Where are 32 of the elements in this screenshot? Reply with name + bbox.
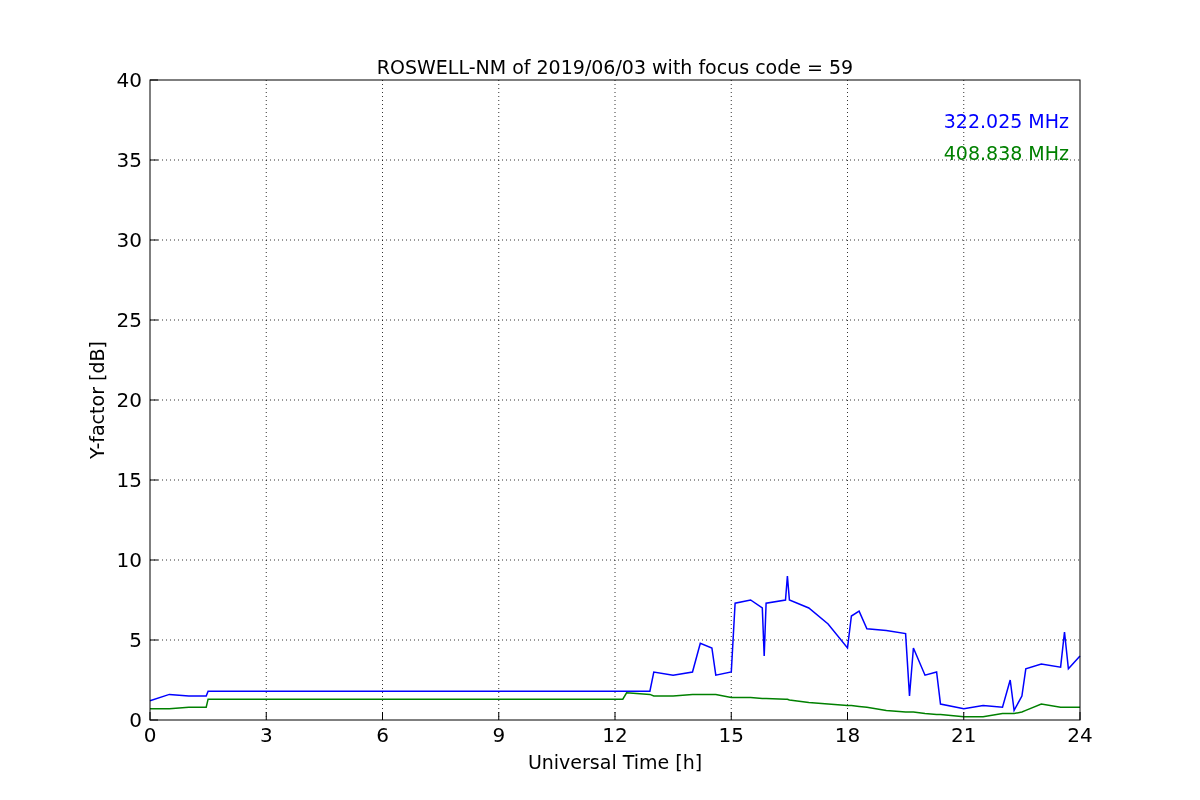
tick-mark <box>963 711 965 721</box>
y-tick-label: 15 <box>116 468 142 492</box>
y-tick-label: 10 <box>116 548 142 572</box>
tick-mark <box>149 79 159 81</box>
tick-mark <box>382 711 383 721</box>
tick-mark <box>730 711 732 721</box>
x-tick-label: 15 <box>718 723 744 747</box>
x-tick-label: 21 <box>951 723 977 747</box>
x-tick-label: 9 <box>492 723 506 747</box>
y-tick-label: 30 <box>116 228 142 252</box>
tick-mark <box>265 711 267 721</box>
y-tick-label: 25 <box>116 308 142 332</box>
tick-mark <box>614 711 616 721</box>
y-tick-label: 20 <box>116 388 142 412</box>
x-tick-label: 6 <box>376 723 389 747</box>
x-tick-label: 18 <box>834 723 861 747</box>
y-tick-label: 0 <box>129 708 142 732</box>
y-tick-label: 40 <box>116 68 142 92</box>
tick-mark <box>1079 711 1081 721</box>
x-tick-label: 3 <box>259 723 273 747</box>
chart-title: ROSWELL-NM of 2019/06/03 with focus code = 59 <box>376 56 854 78</box>
tick-mark <box>847 711 848 721</box>
tick-mark <box>498 711 500 721</box>
legend-label: 408.838 MHz <box>943 142 1069 164</box>
y-axis-label: Y-factor [dB] <box>86 341 108 459</box>
x-tick-label: 24 <box>1067 723 1093 747</box>
x-tick-label: 0 <box>143 723 157 747</box>
y-tick-label: 35 <box>116 148 142 172</box>
x-tick-label: 12 <box>602 723 628 747</box>
y-tick-label: 5 <box>129 628 142 652</box>
legend-label: 322.025 MHz <box>943 110 1069 132</box>
x-axis-label: Universal Time [h] <box>527 751 703 773</box>
